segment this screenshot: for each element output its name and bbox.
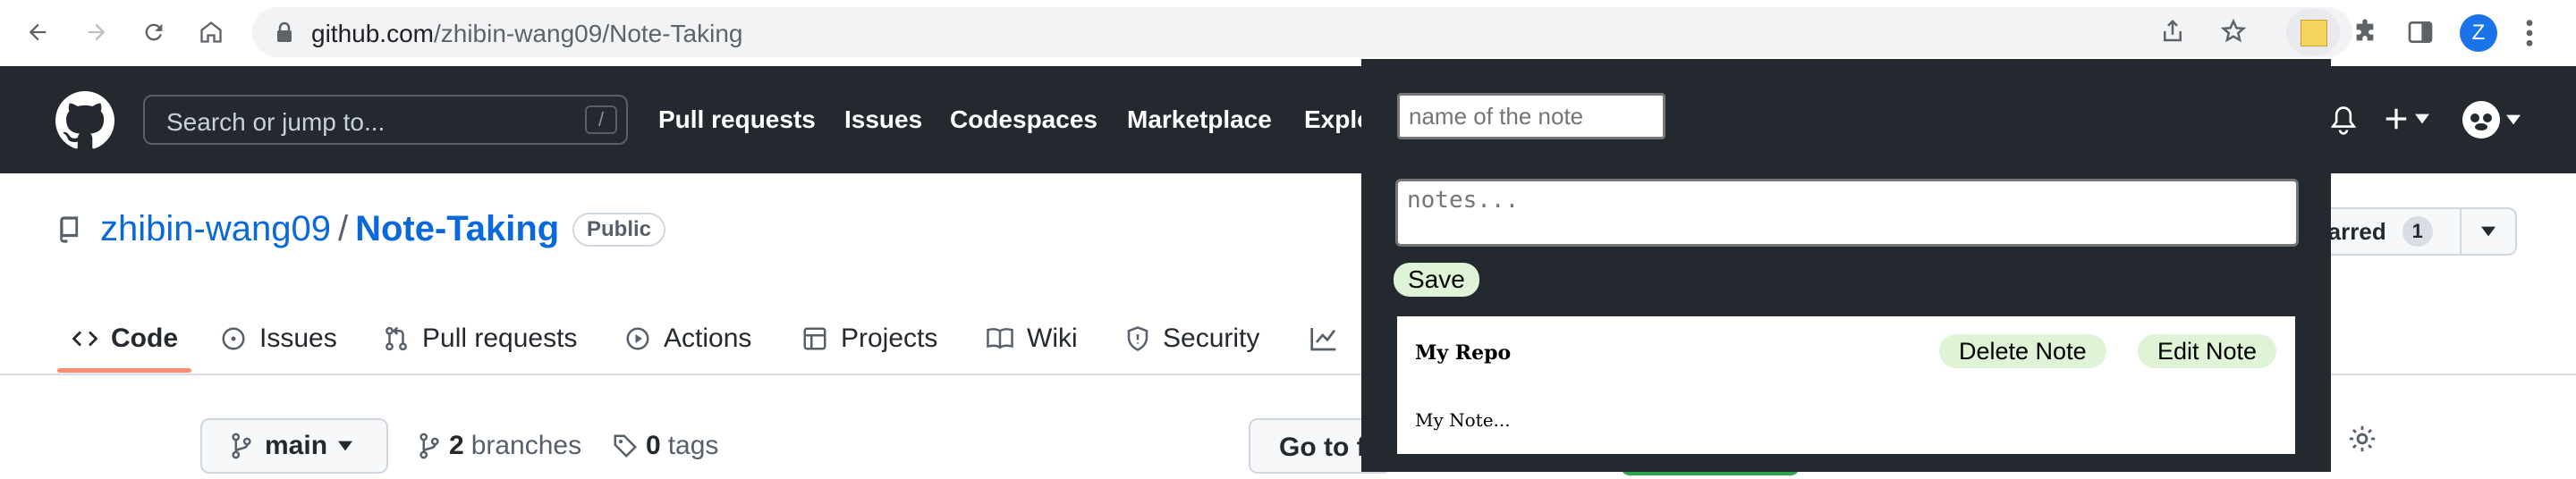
url-text[interactable]: github.com/zhibin-wang09/Note-Taking bbox=[311, 20, 743, 48]
share-icon[interactable] bbox=[2159, 18, 2186, 45]
tab-insights[interactable] bbox=[1309, 304, 1338, 374]
side-panel-icon[interactable] bbox=[2406, 18, 2435, 46]
book-icon bbox=[987, 328, 1013, 349]
starred-count: 1 bbox=[2402, 216, 2433, 247]
puzzle-icon[interactable] bbox=[2351, 18, 2379, 46]
chevron-down-icon bbox=[2506, 114, 2521, 125]
branches-label: branches bbox=[470, 431, 582, 460]
tags-label: tags bbox=[667, 431, 719, 460]
chevron-down-icon bbox=[338, 441, 353, 451]
repo-icon bbox=[60, 216, 79, 243]
branches-count: 2 bbox=[449, 431, 464, 460]
tags-link[interactable]: 0 tags bbox=[612, 431, 718, 461]
reload-button[interactable] bbox=[134, 13, 174, 52]
graph-icon bbox=[1310, 328, 1336, 351]
search-placeholder: Search or jump to... bbox=[166, 108, 386, 136]
tab-projects[interactable]: Projects bbox=[801, 304, 937, 374]
repo-separator: / bbox=[337, 209, 349, 248]
home-button[interactable] bbox=[191, 13, 231, 52]
search-input[interactable]: Search or jump to... / bbox=[143, 95, 628, 145]
url-host: github.com bbox=[311, 20, 434, 47]
branch-selector[interactable]: main bbox=[200, 418, 388, 474]
tab-issues[interactable]: Issues bbox=[220, 304, 337, 374]
chevron-down-icon bbox=[2415, 113, 2429, 124]
delete-note-button[interactable]: Delete Note bbox=[1939, 334, 2106, 368]
note-extension-popup: Save My Repo Delete Note Edit Note My No… bbox=[1361, 59, 2331, 472]
lock-icon[interactable] bbox=[275, 21, 293, 43]
issue-icon bbox=[222, 327, 245, 350]
branch-icon bbox=[232, 433, 251, 459]
visibility-badge: Public bbox=[572, 213, 666, 247]
tab-security-label: Security bbox=[1163, 324, 1260, 353]
nav-marketplace[interactable]: Marketplace bbox=[1127, 105, 1272, 134]
repo-owner-link[interactable]: zhibin-wang09 bbox=[100, 209, 331, 248]
url-path: /zhibin-wang09/Note-Taking bbox=[433, 20, 743, 47]
extension-note-button[interactable] bbox=[2286, 9, 2340, 55]
tag-icon bbox=[614, 434, 638, 458]
back-button[interactable] bbox=[18, 13, 57, 52]
plus-icon bbox=[2385, 108, 2407, 130]
tab-issues-label: Issues bbox=[259, 324, 337, 353]
user-menu-button[interactable] bbox=[2462, 100, 2521, 139]
tab-actions-label: Actions bbox=[664, 324, 752, 353]
bell-icon[interactable] bbox=[2329, 105, 2358, 136]
repo-title: zhibin-wang09/Note-Taking bbox=[100, 209, 559, 249]
play-circle-icon bbox=[626, 327, 649, 350]
repo-name-link[interactable]: Note-Taking bbox=[355, 209, 559, 248]
table-icon bbox=[803, 327, 826, 350]
note-title: My Repo bbox=[1415, 341, 1512, 365]
tags-count: 0 bbox=[646, 431, 661, 460]
save-button[interactable]: Save bbox=[1394, 263, 1479, 297]
branch-icon bbox=[419, 433, 439, 459]
note-body: My Note... bbox=[1415, 409, 1511, 431]
tab-wiki-label: Wiki bbox=[1027, 324, 1078, 353]
back-icon bbox=[29, 23, 47, 41]
note-card: My Repo Delete Note Edit Note My Note... bbox=[1397, 316, 2295, 454]
shield-icon bbox=[1127, 326, 1148, 351]
edit-note-button[interactable]: Edit Note bbox=[2138, 334, 2277, 368]
browser-toolbar: github.com/zhibin-wang09/Note-Taking Z bbox=[0, 0, 2576, 66]
active-tab-indicator bbox=[57, 368, 191, 373]
profile-avatar[interactable]: Z bbox=[2460, 14, 2497, 52]
nav-pull-requests[interactable]: Pull requests bbox=[658, 105, 816, 134]
search-shortcut-key: / bbox=[585, 105, 617, 134]
star-icon[interactable] bbox=[2220, 18, 2247, 45]
tab-code-label: Code bbox=[111, 324, 178, 353]
reload-icon bbox=[145, 23, 163, 41]
gear-icon[interactable] bbox=[2347, 424, 2377, 454]
home-icon bbox=[200, 21, 222, 43]
branches-link[interactable]: 2 branches bbox=[417, 431, 581, 461]
code-icon bbox=[72, 331, 98, 347]
notes-textarea[interactable] bbox=[1395, 179, 2299, 247]
address-bar[interactable]: github.com/zhibin-wang09/Note-Taking bbox=[252, 7, 2352, 57]
star-dropdown-button[interactable] bbox=[2460, 207, 2517, 256]
github-logo-icon[interactable] bbox=[55, 91, 114, 150]
nav-issues[interactable]: Issues bbox=[844, 105, 922, 134]
note-name-input[interactable] bbox=[1397, 93, 1665, 139]
tab-actions[interactable]: Actions bbox=[624, 304, 751, 374]
forward-button[interactable] bbox=[77, 13, 116, 52]
nav-codespaces[interactable]: Codespaces bbox=[950, 105, 1097, 134]
extension-note-icon bbox=[2301, 20, 2327, 46]
tab-pull-requests-label: Pull requests bbox=[422, 324, 578, 353]
chevron-down-icon bbox=[2481, 226, 2496, 237]
pull-request-icon bbox=[386, 326, 407, 351]
tab-security[interactable]: Security bbox=[1125, 304, 1259, 374]
forward-icon bbox=[88, 23, 106, 41]
kebab-menu-icon[interactable] bbox=[2522, 18, 2537, 48]
avatar bbox=[2462, 101, 2500, 139]
tab-projects-label: Projects bbox=[841, 324, 938, 353]
tab-pull-requests[interactable]: Pull requests bbox=[383, 304, 577, 374]
tab-code[interactable]: Code bbox=[72, 304, 178, 374]
create-new-button[interactable] bbox=[2383, 105, 2429, 132]
tab-wiki[interactable]: Wiki bbox=[986, 304, 1078, 374]
branch-name: main bbox=[265, 431, 328, 460]
